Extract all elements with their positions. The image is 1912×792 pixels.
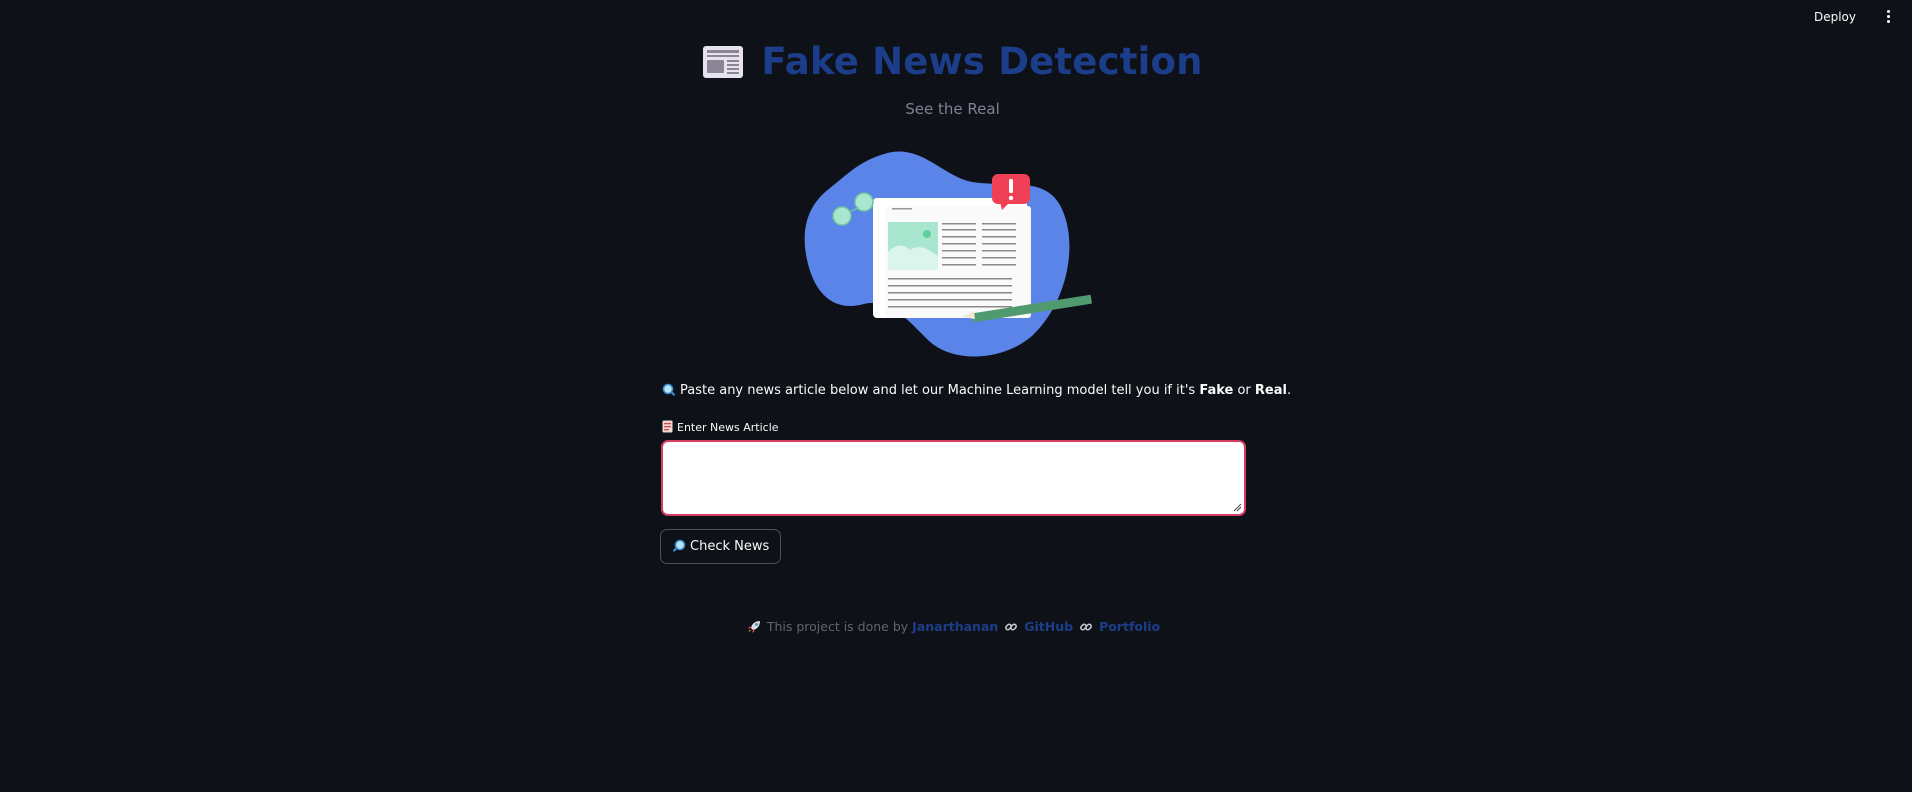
rocket-icon (747, 621, 760, 633)
intro-real: Real (1254, 383, 1287, 398)
github-link[interactable]: GitHub (1024, 619, 1073, 634)
news-article-alert-illustration (804, 151, 1092, 357)
news-article-input[interactable] (663, 442, 1244, 514)
page-header: Fake News Detection (660, 40, 1245, 83)
news-article-input-container (661, 440, 1246, 516)
footer-text: This project is done by (766, 619, 909, 634)
deploy-button[interactable]: Deploy (1814, 10, 1856, 24)
intro-fake: Fake (1199, 383, 1234, 398)
newspaper-icon (703, 45, 744, 78)
intro-text: Paste any news article below and let our… (662, 383, 1291, 398)
intro-suffix: . (1286, 383, 1292, 398)
portfolio-link[interactable]: Portfolio (1099, 619, 1160, 634)
link-icon (1080, 623, 1093, 631)
vertical-dots-icon[interactable] (1882, 8, 1894, 26)
magnifier-icon (662, 383, 676, 396)
top-toolbar: Deploy (0, 0, 1912, 36)
document-icon (662, 420, 673, 433)
news-article-label: Enter News Article (662, 420, 779, 434)
intro-or: or (1233, 383, 1255, 398)
check-news-label: Check News (690, 539, 770, 554)
footer: This project is done by Janarthanan GitH… (660, 619, 1245, 634)
magnifier-icon (672, 539, 686, 552)
news-article-label-text: Enter News Article (677, 421, 779, 434)
page-title: Fake News Detection (761, 40, 1203, 83)
link-icon (1005, 623, 1018, 631)
intro-prefix: Paste any news article below and let our… (680, 383, 1200, 398)
check-news-button[interactable]: Check News (660, 529, 782, 564)
page-subtitle: See the Real (905, 100, 1000, 118)
resize-handle-icon[interactable] (1232, 502, 1242, 512)
author-link[interactable]: Janarthanan (912, 619, 998, 634)
